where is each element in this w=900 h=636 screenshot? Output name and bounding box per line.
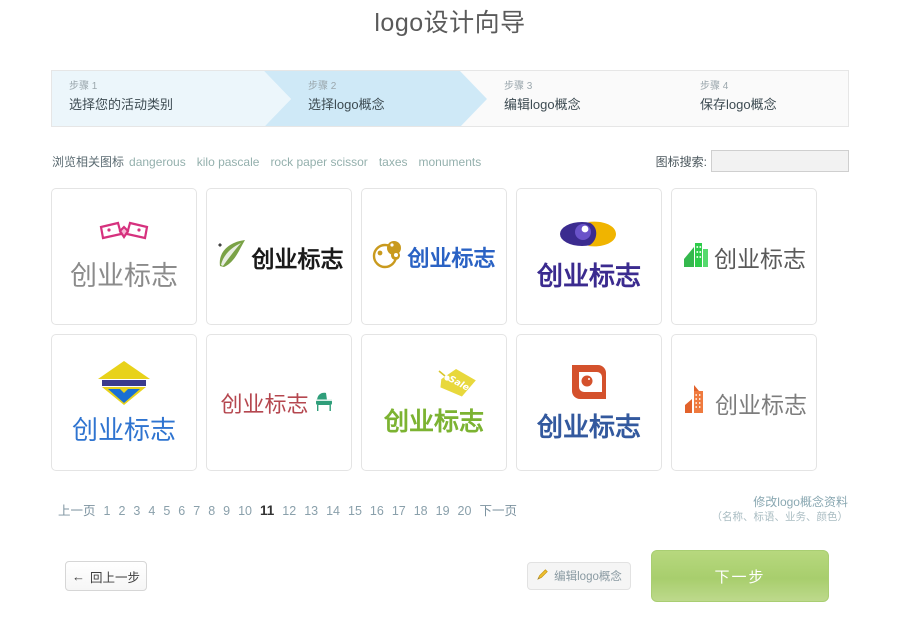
logo-card-6[interactable]: 创业标志	[51, 334, 197, 471]
step-number-3: 步骤 3	[504, 81, 533, 92]
logo-card-2-text: 创业标志	[251, 246, 344, 273]
logo-concept-grid: 创业标志 创业标志 创业标志 创业标志 创业标志 创业标志 创业标志 Sales…	[51, 188, 849, 471]
tag-link-kilo-pascale[interactable]: kilo pascale	[197, 155, 260, 169]
step-progress-bar: 步骤 1 选择您的活动类别 步骤 2 选择logo概念 步骤 3 编辑logo概…	[51, 70, 849, 127]
logo-card-8-text: 创业标志	[383, 407, 484, 436]
modify-concept-block: 修改logo概念资料 （名称、标语、业务、颜色）	[712, 494, 849, 525]
pagination-prev[interactable]: 上一页	[58, 504, 96, 518]
logo-card-7[interactable]: 创业标志	[206, 334, 352, 471]
step-label-4: 保存logo概念	[700, 97, 777, 112]
back-button[interactable]: ← 回上一步	[65, 561, 147, 591]
pagination-page-14[interactable]: 14	[326, 504, 340, 518]
step-item-4[interactable]: 步骤 4 保存logo概念	[656, 71, 848, 126]
step-arrow-1-icon	[264, 71, 291, 126]
logo-card-10-text: 创业标志	[715, 392, 807, 419]
pagination: 上一页 1 2 3 4 5 6 7 8 9 10 11 12 13 14 15 16 17 18 19 20 下一页	[58, 500, 525, 519]
edit-concept-label: 编辑logo概念	[554, 571, 622, 583]
logo-card-9-text: 创业标志	[536, 413, 641, 443]
pagination-next[interactable]: 下一页	[479, 504, 517, 518]
logo-card-10[interactable]: 创业标志	[671, 334, 817, 471]
pencil-icon	[536, 568, 549, 584]
page-title: logo设计向导	[374, 9, 526, 37]
arrow-left-icon: ←	[71, 568, 85, 584]
logo-card-6-text: 创业标志	[71, 415, 176, 446]
yellow-house-icon	[94, 359, 154, 412]
step-arrow-2-icon	[460, 71, 487, 126]
step-item-3[interactable]: 步骤 3 编辑logo概念	[460, 71, 683, 126]
step-label-2: 选择logo概念	[308, 97, 385, 112]
pagination-page-17[interactable]: 17	[392, 504, 406, 518]
tag-link-rock-paper-scissor[interactable]: rock paper scissor	[270, 155, 367, 169]
pagination-page-3[interactable]: 3	[133, 504, 140, 518]
back-button-label: 回上一步	[89, 570, 140, 585]
orange-book-icon	[568, 361, 610, 408]
logo-card-1-text: 创业标志	[70, 260, 178, 292]
tag-link-dangerous[interactable]: dangerous	[129, 155, 186, 169]
pagination-page-15[interactable]: 15	[348, 504, 362, 518]
ribbon-bowtie-icon	[98, 221, 150, 252]
eye-oval-icon	[558, 220, 620, 255]
modify-concept-sub: （名称、标语、业务、颜色）	[711, 511, 849, 523]
step-label-1: 选择您的活动类别	[69, 97, 174, 112]
step-item-1[interactable]: 步骤 1 选择您的活动类别	[52, 71, 291, 126]
edit-concept-button[interactable]: 编辑logo概念	[527, 562, 631, 590]
tag-link-monuments[interactable]: monuments	[419, 155, 482, 169]
logo-card-3-text: 创业标志	[407, 246, 496, 272]
logo-card-2[interactable]: 创业标志	[206, 188, 352, 325]
logo-card-8[interactable]: Sales 创业标志	[361, 334, 507, 471]
step-item-2[interactable]: 步骤 2 选择logo概念	[264, 71, 487, 126]
step-number-4: 步骤 4	[700, 81, 729, 92]
pagination-page-19[interactable]: 19	[436, 504, 450, 518]
step-label-3: 编辑logo概念	[504, 97, 581, 112]
icon-search: 图标搜索:	[656, 150, 849, 172]
green-buildings-icon	[682, 239, 710, 274]
pagination-page-12[interactable]: 12	[282, 504, 296, 518]
tags-label: 浏览相关图标	[52, 155, 125, 169]
pagination-page-11-active[interactable]: 11	[260, 503, 274, 518]
logo-card-5[interactable]: 创业标志	[671, 188, 817, 325]
icon-search-input[interactable]	[711, 150, 849, 172]
orange-tower-icon	[681, 383, 711, 422]
icon-search-label: 图标搜索:	[655, 154, 707, 169]
pagination-page-20[interactable]: 20	[458, 504, 472, 518]
logo-card-5-text: 创业标志	[714, 246, 806, 273]
modify-concept-link[interactable]: 修改logo概念资料	[712, 494, 848, 510]
pagination-page-13[interactable]: 13	[304, 504, 318, 518]
pagination-page-18[interactable]: 18	[414, 504, 428, 518]
leaf-swoosh-icon	[215, 238, 249, 275]
pagination-page-7[interactable]: 7	[193, 504, 200, 518]
pagination-page-4[interactable]: 4	[148, 504, 155, 518]
step-number-1: 步骤 1	[69, 81, 98, 92]
circle-gear-icon	[372, 239, 404, 274]
logo-card-3[interactable]: 创业标志	[361, 188, 507, 325]
logo-card-4[interactable]: 创业标志	[516, 188, 662, 325]
pagination-page-10[interactable]: 10	[238, 504, 252, 518]
logo-card-4-text: 创业标志	[536, 262, 641, 292]
pagination-page-8[interactable]: 8	[208, 504, 215, 518]
pagination-page-9[interactable]: 9	[223, 504, 230, 518]
logo-wizard-page: logo设计向导 步骤 1 选择您的活动类别 步骤 2 选择logo概念 步骤 …	[0, 0, 900, 636]
logo-card-9[interactable]: 创业标志	[516, 334, 662, 471]
pagination-page-1[interactable]: 1	[104, 504, 111, 518]
pagination-page-6[interactable]: 6	[178, 504, 185, 518]
next-step-button[interactable]: 下一步	[651, 550, 829, 602]
pagination-page-16[interactable]: 16	[370, 504, 384, 518]
related-icon-tags: 浏览相关图标 dangerous kilo pascale rock paper sc…	[52, 153, 492, 171]
logo-card-7-text: 创业标志	[220, 392, 309, 418]
logo-card-1[interactable]: 创业标志	[51, 188, 197, 325]
tag-link-taxes[interactable]: taxes	[379, 155, 408, 169]
sales-tag-icon: Sales	[434, 367, 480, 406]
step-number-2: 步骤 2	[308, 81, 337, 92]
step-arrow-3-icon	[656, 71, 683, 126]
green-chair-icon	[312, 387, 338, 418]
pagination-page-5[interactable]: 5	[163, 504, 170, 518]
pagination-page-2[interactable]: 2	[118, 504, 125, 518]
next-step-label: 下一步	[714, 568, 766, 586]
